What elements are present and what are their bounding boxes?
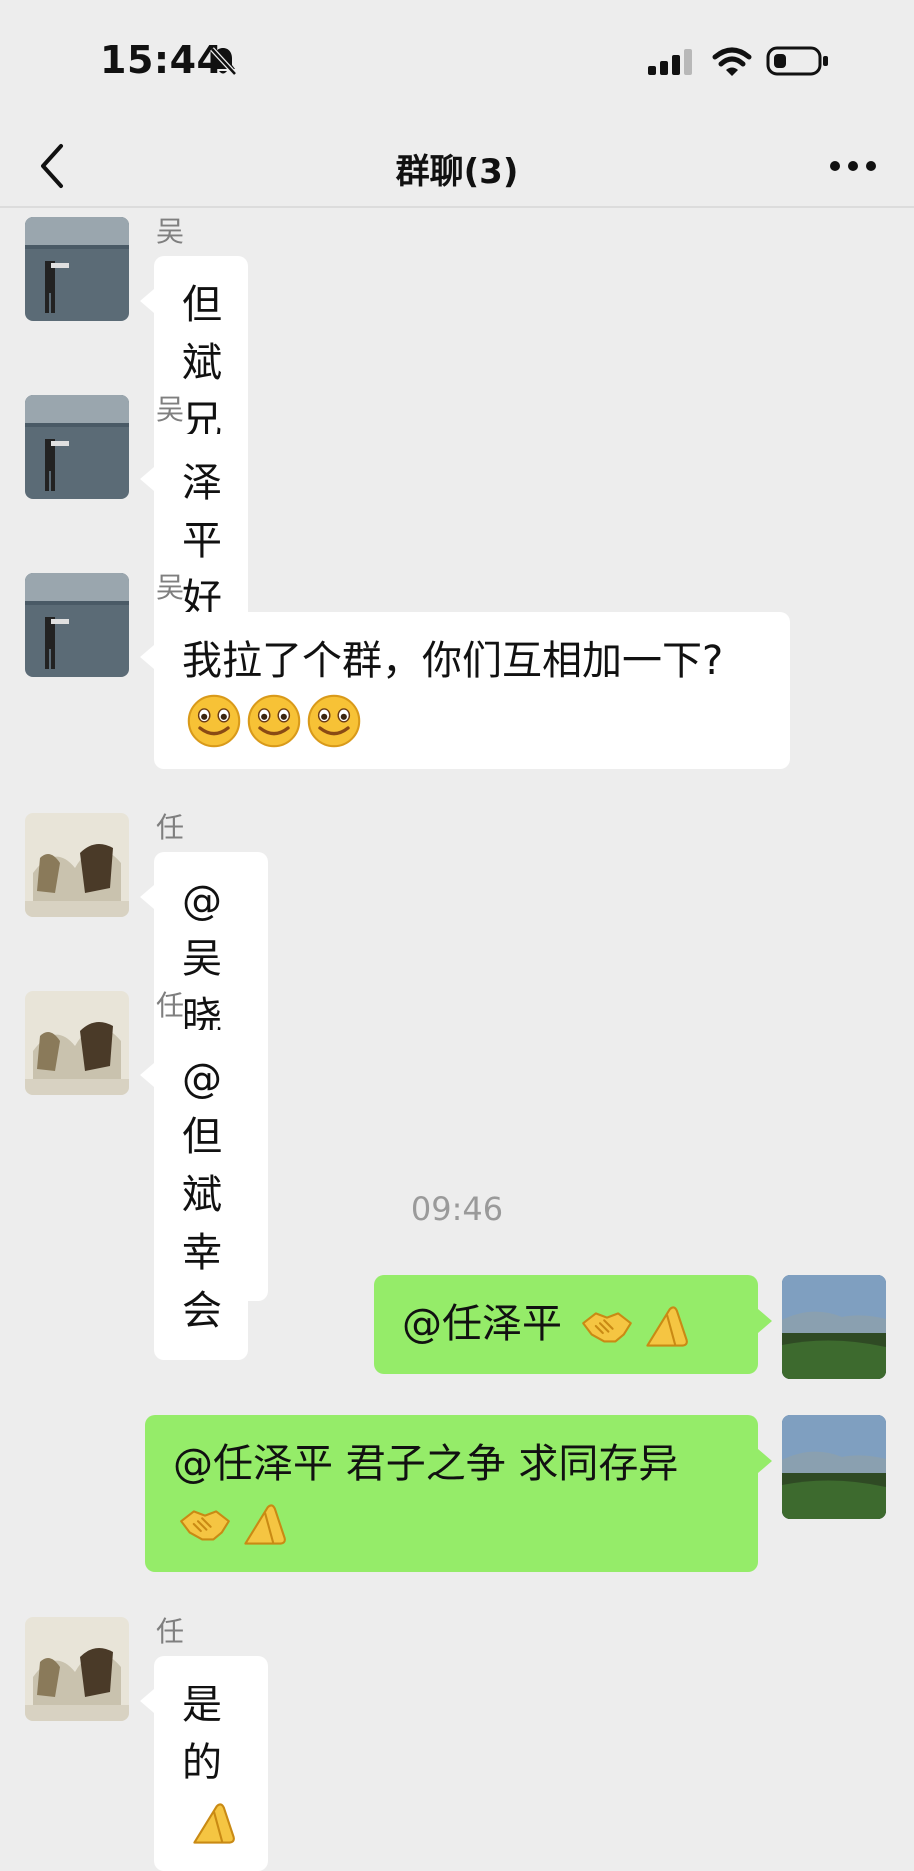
avatar-ren-zeping[interactable] bbox=[25, 991, 129, 1095]
message-bubble[interactable]: @任泽平 君子之争 求同存异 bbox=[145, 1415, 758, 1572]
message-text: 泽平好 bbox=[182, 460, 222, 622]
wifi-icon bbox=[712, 46, 752, 82]
bell-muted-icon bbox=[208, 45, 238, 81]
avatar-wu-xiaobo[interactable] bbox=[25, 573, 129, 677]
smile-emoji-icon bbox=[307, 694, 361, 748]
avatar-self[interactable] bbox=[782, 1275, 886, 1379]
more-icon bbox=[830, 161, 876, 171]
bubble-tail bbox=[140, 289, 154, 313]
smile-emoji-icon bbox=[247, 694, 301, 748]
nav-bar: 群聊(3) bbox=[0, 120, 914, 212]
message-text: 是的 bbox=[182, 1682, 222, 1786]
status-bar: 15:44 bbox=[0, 0, 914, 120]
bubble-tail bbox=[140, 1063, 154, 1087]
nav-divider bbox=[0, 206, 914, 208]
more-button[interactable] bbox=[818, 136, 888, 196]
avatar-self[interactable] bbox=[782, 1415, 886, 1519]
handshake-emoji-icon bbox=[581, 1312, 632, 1343]
pray-emoji-icon bbox=[193, 1803, 235, 1844]
message-text: @任泽平 君子之争 求同存异 bbox=[173, 1441, 679, 1487]
bubble-tail bbox=[758, 1449, 772, 1473]
avatar-ren-zeping[interactable] bbox=[25, 813, 129, 917]
bubble-tail bbox=[758, 1309, 772, 1333]
smile-emoji-icon bbox=[187, 694, 241, 748]
status-time: 15:44 bbox=[100, 38, 224, 82]
bubble-tail bbox=[140, 645, 154, 669]
avatar-wu-xiaobo[interactable] bbox=[25, 395, 129, 499]
message-text: 我拉了个群，你们互相加一下? bbox=[182, 638, 724, 684]
avatar-ren-zeping[interactable] bbox=[25, 1617, 129, 1721]
bubble-tail bbox=[140, 467, 154, 491]
message-bubble[interactable]: @任泽平 bbox=[374, 1275, 758, 1374]
chat-title: 群聊(3) bbox=[395, 152, 519, 192]
message-text: @任泽平 bbox=[402, 1301, 562, 1347]
battery-icon bbox=[766, 45, 830, 81]
message-bubble[interactable]: 是的 bbox=[154, 1656, 268, 1871]
bubble-tail bbox=[140, 885, 154, 909]
signal-icon bbox=[647, 48, 695, 80]
message-bubble[interactable]: 我拉了个群，你们互相加一下? bbox=[154, 612, 790, 769]
bubble-tail bbox=[140, 1689, 154, 1713]
pray-emoji-icon bbox=[646, 1306, 688, 1347]
handshake-emoji-icon bbox=[180, 1510, 230, 1541]
time-separator: 09:46 bbox=[410, 1190, 504, 1228]
avatar-wu-xiaobo[interactable] bbox=[25, 217, 129, 321]
pray-emoji-icon bbox=[244, 1504, 286, 1545]
